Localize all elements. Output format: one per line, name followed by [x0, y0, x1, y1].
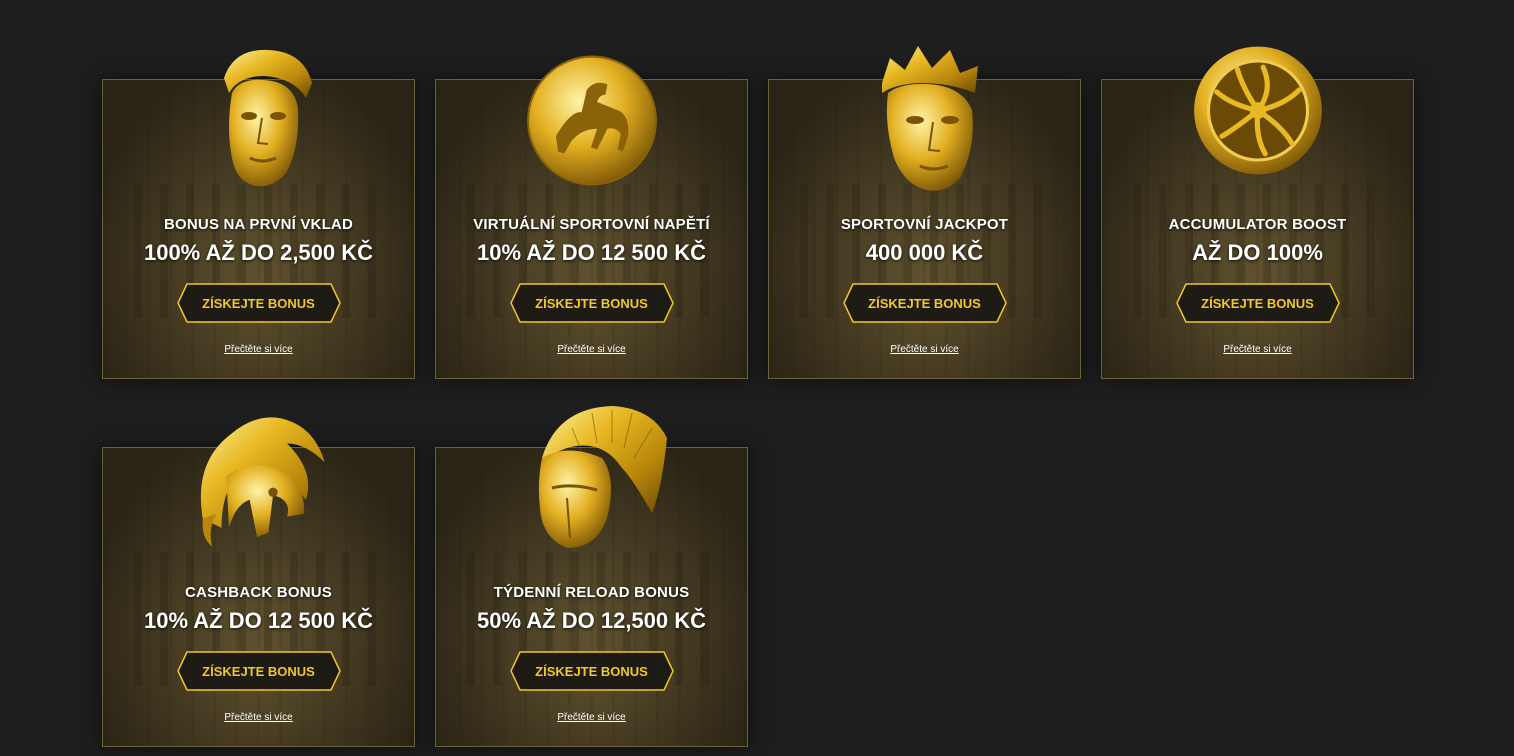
- button-label: ZÍSKEJTE BONUS: [202, 295, 315, 311]
- read-more-link[interactable]: Přečtěte si více: [436, 712, 747, 723]
- read-more-link[interactable]: Přečtěte si více: [436, 344, 747, 355]
- bonus-card-accumulator-boost: ACCUMULATOR BOOST AŽ DO 100% ZÍSKEJTE BO…: [1101, 46, 1414, 379]
- bonus-card-weekly-reload: TÝDENNÍ RELOAD BONUS 50% AŽ DO 12,500 KČ…: [435, 406, 748, 747]
- gold-horse-coin-icon: [526, 55, 657, 186]
- card-amount: 10% AŽ DO 12 500 KČ: [143, 608, 374, 633]
- button-label: ZÍSKEJTE BONUS: [535, 295, 648, 311]
- card-title: CASHBACK BONUS: [185, 584, 332, 601]
- gold-crowned-mask-icon: [881, 46, 978, 191]
- get-bonus-button[interactable]: ZÍSKEJTE BONUS: [509, 651, 674, 691]
- bonus-card-first-deposit: BONUS NA PRVNÍ VKLAD 100% AŽ DO 2,500 KČ…: [102, 49, 415, 379]
- bonus-card-cashback: CASHBACK BONUS 10% AŽ DO 12 500 KČ ZÍSKE…: [102, 417, 415, 747]
- button-label: ZÍSKEJTE BONUS: [535, 663, 648, 679]
- button-label: ZÍSKEJTE BONUS: [868, 295, 981, 311]
- button-label: ZÍSKEJTE BONUS: [202, 663, 315, 679]
- card-amount: AŽ DO 100%: [1192, 240, 1323, 265]
- button-label: ZÍSKEJTE BONUS: [1201, 295, 1314, 311]
- get-bonus-button[interactable]: ZÍSKEJTE BONUS: [509, 283, 674, 323]
- read-more-link[interactable]: Přečtěte si více: [769, 344, 1080, 355]
- card-amount: 100% AŽ DO 2,500 KČ: [143, 240, 374, 265]
- read-more-link[interactable]: Přečtěte si více: [103, 712, 414, 723]
- card-title: VIRTUÁLNÍ SPORTOVNÍ NAPĚTÍ: [473, 216, 710, 233]
- get-bonus-button[interactable]: ZÍSKEJTE BONUS: [176, 651, 341, 691]
- bonus-card-virtual-sports: VIRTUÁLNÍ SPORTOVNÍ NAPĚTÍ 10% AŽ DO 12 …: [435, 55, 748, 379]
- card-amount: 50% AŽ DO 12,500 KČ: [476, 608, 707, 633]
- get-bonus-button[interactable]: ZÍSKEJTE BONUS: [842, 283, 1007, 323]
- read-more-link[interactable]: Přečtěte si více: [1102, 344, 1413, 355]
- get-bonus-button[interactable]: ZÍSKEJTE BONUS: [176, 283, 341, 323]
- get-bonus-button[interactable]: ZÍSKEJTE BONUS: [1175, 283, 1340, 323]
- card-title: ACCUMULATOR BOOST: [1168, 216, 1347, 233]
- card-amount: 400 000 KČ: [865, 240, 984, 265]
- card-title: BONUS NA PRVNÍ VKLAD: [163, 216, 354, 233]
- bonus-card-sports-jackpot: SPORTOVNÍ JACKPOT 400 000 KČ ZÍSKEJTE BO…: [768, 46, 1081, 379]
- card-amount: 10% AŽ DO 12 500 KČ: [476, 240, 707, 265]
- gold-helmet-icon: [200, 417, 325, 547]
- gold-crested-helmet-icon: [538, 406, 667, 548]
- card-title: SPORTOVNÍ JACKPOT: [840, 216, 1009, 233]
- gold-mask-icon: [223, 49, 312, 187]
- card-title: TÝDENNÍ RELOAD BONUS: [493, 584, 690, 601]
- read-more-link[interactable]: Přečtěte si více: [103, 344, 414, 355]
- gold-shield-icon: [1193, 46, 1322, 175]
